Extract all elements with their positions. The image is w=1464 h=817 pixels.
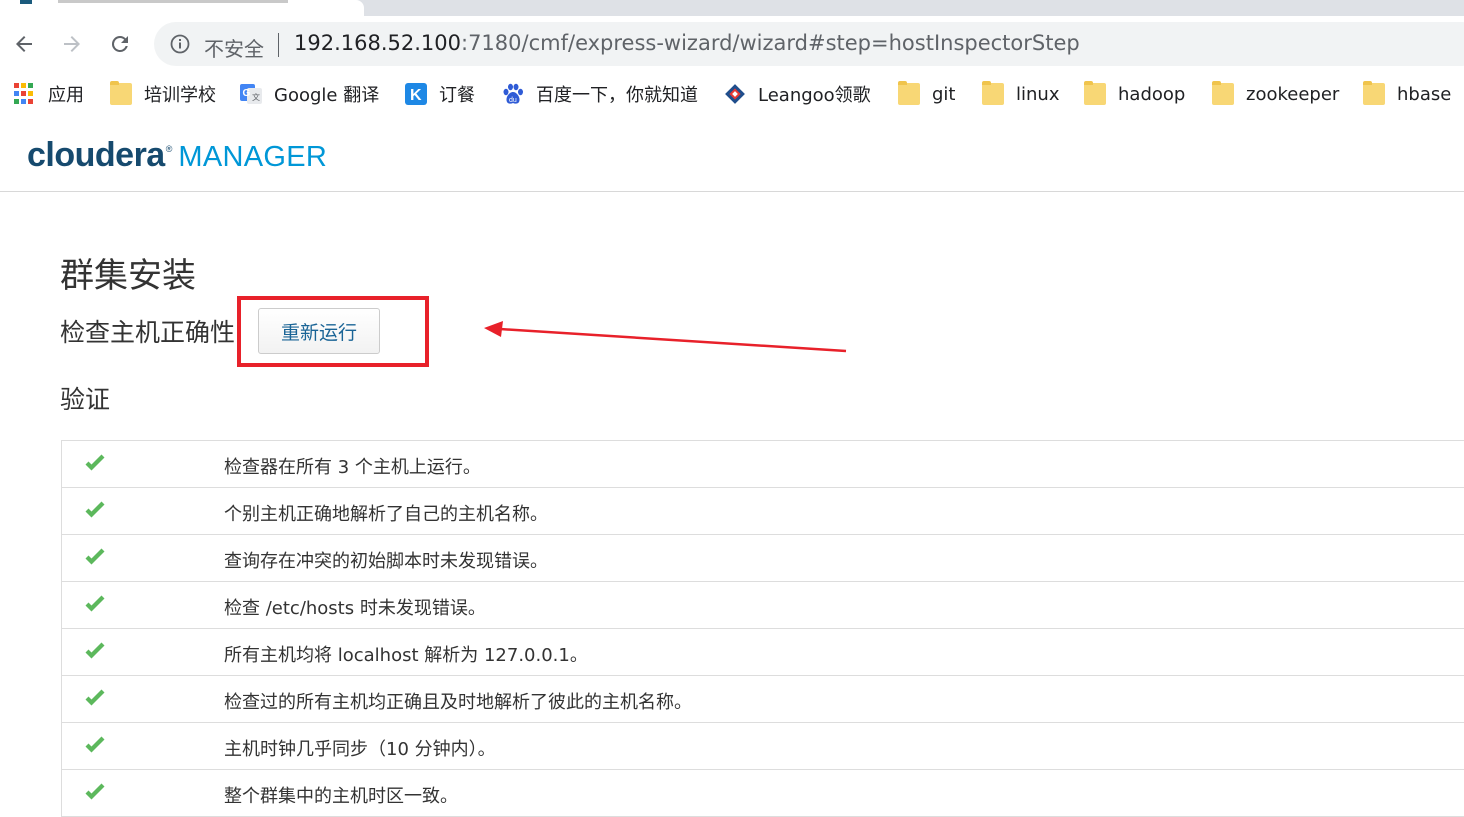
check-icon [85,642,105,659]
baidu-icon: du [503,83,523,104]
arrow-left-icon [16,36,32,52]
section-title: 验证 [60,385,111,414]
check-icon [85,548,105,565]
bookmark-google-translate[interactable]: G 文 Google 翻译 [240,80,379,108]
arrow-right-icon [64,36,80,52]
forward-button[interactable] [58,30,86,58]
check-icon [85,454,105,471]
leangoo-icon [725,84,745,104]
info-icon[interactable] [170,34,190,54]
svg-text:K: K [410,87,422,104]
folder-icon [110,81,132,105]
annotation-highlight-box [237,296,429,367]
check-icon [85,501,105,518]
registered-mark: ® [165,144,173,154]
check-icon [85,595,105,612]
validation-row: 个别主机正确地解析了自己的主机名称。 [61,488,1464,535]
bookmark-hadoop[interactable]: hadoop [1084,80,1185,108]
tab-title [58,0,288,3]
cloudera-manager-logo[interactable]: cloudera ® MANAGER [27,136,327,175]
svg-text:du: du [509,97,517,104]
folder-icon [1084,81,1106,105]
bookmarks-bar: 应用 培训学校 G 文 Google 翻译 K 订餐 du 百度一下，你就知道 [0,72,1464,116]
tab-favicon-icon [20,0,32,4]
folder-icon [1212,81,1234,105]
omnibox-separator [278,33,279,57]
url-text[interactable]: 192.168.52.100:7180/cmf/express-wizard/w… [294,31,1080,55]
bookmark-apps[interactable]: 应用 [14,80,84,108]
bookmark-git[interactable]: git [898,80,955,108]
validation-row: 检查器在所有 3 个主机上运行。 [61,441,1464,488]
google-translate-icon: G 文 [240,84,262,104]
validation-row: 所有主机均将 localhost 解析为 127.0.0.1。 [61,629,1464,676]
back-button[interactable] [10,30,38,58]
validation-row: 查询存在冲突的初始脚本时未发现错误。 [61,535,1464,582]
check-icon [85,783,105,800]
svg-text:G: G [243,88,251,99]
validation-row: 整个群集中的主机时区一致。 [61,770,1464,817]
reload-icon [111,35,128,52]
folder-icon [982,81,1004,105]
security-label[interactable]: 不安全 [204,33,264,62]
tab-strip [0,0,1464,16]
folder-icon [1363,81,1385,105]
step-title: 检查主机正确性 [60,318,236,347]
bookmark-leangoo[interactable]: Leangoo领歌 [724,80,871,108]
browser-toolbar: 不安全 192.168.52.100:7180/cmf/express-wiza… [0,16,1464,72]
reload-button[interactable] [106,30,134,58]
validation-list: 检查器在所有 3 个主机上运行。 个别主机正确地解析了自己的主机名称。 查询存在… [61,440,1464,817]
address-bar[interactable]: 不安全 192.168.52.100:7180/cmf/express-wiza… [154,22,1464,66]
apps-grid-icon [14,83,36,105]
bookmark-order-meal[interactable]: K 订餐 [405,80,475,108]
browser-tab-active[interactable] [0,0,364,16]
bookmark-linux[interactable]: linux [982,80,1059,108]
k-icon: K [405,83,427,105]
validation-row: 检查过的所有主机均正确且及时地解析了彼此的主机名称。 [61,676,1464,723]
bookmark-training-school[interactable]: 培训学校 [110,80,216,108]
validation-row: 检查 /etc/hosts 时未发现错误。 [61,582,1464,629]
app-header: cloudera ® MANAGER [0,116,1464,192]
page-title: 群集安装 [60,256,196,296]
bookmark-baidu[interactable]: du 百度一下，你就知道 [502,80,698,108]
bookmark-hbase[interactable]: hbase [1363,80,1451,108]
check-icon [85,736,105,753]
check-icon [85,689,105,706]
svg-text:文: 文 [252,92,260,102]
bookmark-zookeeper[interactable]: zookeeper [1212,80,1339,108]
validation-row: 主机时钟几乎同步（10 分钟内）。 [61,723,1464,770]
folder-icon [898,81,920,105]
